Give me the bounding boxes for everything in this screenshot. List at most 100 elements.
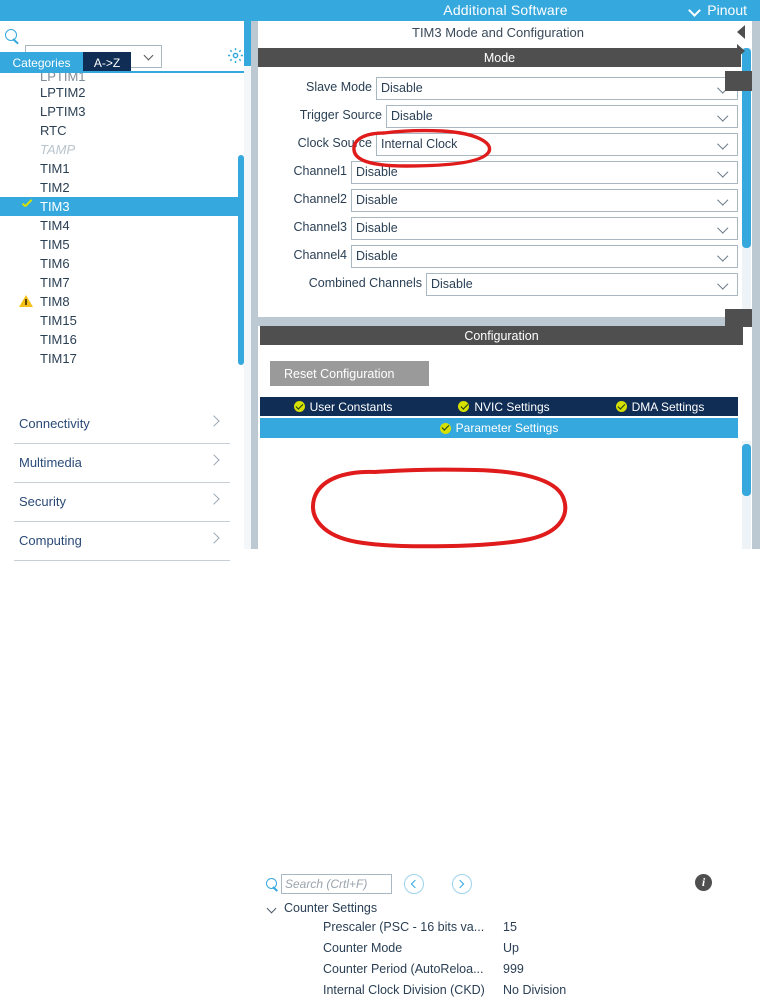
parameter-search-input[interactable]: Search (Crtl+F) — [281, 874, 392, 894]
category-computing-label: Computing — [19, 533, 82, 548]
tree-item-lptim2[interactable]: LPTIM2 — [0, 83, 244, 102]
category-connectivity[interactable]: Connectivity — [14, 405, 230, 444]
slave-mode-value: Disable — [381, 81, 423, 95]
combined-channels-value: Disable — [431, 277, 473, 291]
param-row-internal-clock-division-value: No Division — [503, 983, 567, 997]
combined-channels-select[interactable]: Disable — [426, 273, 738, 296]
chevron-down-icon — [719, 252, 729, 261]
search-icon — [266, 878, 280, 892]
category-security[interactable]: Security — [14, 483, 230, 522]
field-trigger-source-label: Trigger Source — [299, 108, 382, 122]
chevron-right-icon — [210, 417, 220, 427]
left-panel: Categories A->Z LPTIM1 LPTIM2 LPTIM3 RTC… — [0, 0, 251, 561]
tab-dma-settings[interactable]: DMA Settings — [582, 397, 738, 416]
configuration-tab-row: User Constants NVIC Settings DMA Setting… — [260, 397, 738, 416]
tree-item-tim2[interactable]: TIM2 — [0, 178, 244, 197]
tree-item-tim1[interactable]: TIM1 — [0, 159, 244, 178]
tree-item-tim4[interactable]: TIM4 — [0, 216, 244, 235]
check-circle-icon — [439, 422, 451, 434]
top-header-bar: Additional Software Pinout — [251, 0, 760, 21]
tree-item-tim3-label: TIM3 — [40, 199, 70, 214]
collapse-right-arrow-icon[interactable] — [737, 44, 745, 58]
page-title: TIM3 Mode and Configuration — [258, 21, 738, 44]
arrow-left-circle-icon[interactable] — [404, 874, 424, 894]
tree-item-tim17[interactable]: TIM17 — [0, 349, 244, 368]
category-multimedia[interactable]: Multimedia — [14, 444, 230, 483]
trigger-source-select[interactable]: Disable — [386, 105, 738, 128]
right-rail-block-bottom — [725, 309, 752, 327]
left-panel-scrollbar-track[interactable] — [244, 21, 251, 549]
parameter-group-label: Counter Settings — [284, 901, 378, 915]
tree-item-tim15[interactable]: TIM15 — [0, 311, 244, 330]
parameter-search-placeholder: Search (Crtl+F) — [285, 877, 368, 891]
channel1-select[interactable]: Disable — [351, 161, 738, 184]
left-tab-bar: Categories A->Z — [0, 52, 251, 73]
tab-categories[interactable]: Categories — [0, 52, 83, 73]
chevron-down-icon — [719, 224, 729, 233]
tab-a-to-z[interactable]: A->Z — [83, 52, 131, 73]
left-panel-scrollbar-thumb[interactable] — [244, 21, 251, 66]
tree-item-tim5[interactable]: TIM5 — [0, 235, 244, 254]
tree-item-lptim3[interactable]: LPTIM3 — [0, 102, 244, 121]
pinout-menu-button[interactable]: Pinout — [690, 2, 747, 18]
mode-section-header: Mode — [258, 48, 741, 67]
configuration-tab-row-2: Parameter Settings — [260, 418, 738, 438]
category-multimedia-label: Multimedia — [19, 455, 82, 470]
chevron-down-icon — [719, 112, 729, 121]
param-row-counter-mode-value: Up — [503, 941, 519, 955]
tab-nvic-settings[interactable]: NVIC Settings — [426, 397, 583, 416]
tree-item-tim8[interactable]: TIM8 — [0, 292, 244, 311]
channel3-select[interactable]: Disable — [351, 217, 738, 240]
category-list: Connectivity Multimedia Security Computi… — [0, 405, 244, 561]
tab-user-constants[interactable]: User Constants — [260, 397, 427, 416]
info-icon[interactable]: i — [695, 874, 712, 891]
tab-dma-settings-label: DMA Settings — [631, 399, 705, 414]
parameter-settings-body: Search (Crtl+F) i Counter Settings Presc… — [258, 441, 752, 997]
tree-item-tamp: TAMP — [40, 142, 76, 157]
field-channel2-label: Channel2 — [293, 192, 347, 206]
check-icon — [21, 201, 33, 211]
channel2-value: Disable — [356, 193, 398, 207]
tree-item-tim6[interactable]: TIM6 — [0, 254, 244, 273]
field-channel4: Channel4 Disable — [293, 245, 738, 268]
param-row-prescaler-value: 15 — [503, 920, 517, 934]
tree-item-tim7[interactable]: TIM7 — [0, 273, 244, 292]
tree-item-tim16[interactable]: TIM16 — [0, 330, 244, 349]
channel2-select[interactable]: Disable — [351, 189, 738, 212]
search-icon — [5, 29, 21, 45]
right-edge-rail — [752, 21, 760, 549]
panel-splitter[interactable] — [251, 21, 258, 549]
reset-configuration-button[interactable]: Reset Configuration — [270, 361, 429, 386]
slave-mode-select[interactable]: Disable — [376, 77, 738, 100]
left-header-strip — [0, 0, 251, 21]
tab-parameter-settings-label: Parameter Settings — [455, 421, 559, 435]
trigger-source-value: Disable — [391, 109, 433, 123]
section-divider — [258, 317, 752, 326]
tree-item-rtc[interactable]: RTC — [0, 121, 244, 140]
param-row-internal-clock-division-name: Internal Clock Division (CKD) — [323, 983, 485, 997]
component-search-row — [0, 21, 251, 68]
channel3-value: Disable — [356, 221, 398, 235]
chevron-right-icon — [210, 456, 220, 466]
field-channel1-label: Channel1 — [293, 164, 347, 178]
chevron-down-icon — [719, 168, 729, 177]
clock-source-select[interactable]: Internal Clock — [376, 133, 738, 156]
chevron-down-icon — [719, 280, 729, 289]
chevron-down-icon — [719, 196, 729, 205]
tab-nvic-settings-label: NVIC Settings — [474, 399, 550, 414]
tree-item-tim8-label: TIM8 — [40, 294, 70, 309]
tree-item-tim3[interactable]: TIM3 — [0, 197, 244, 216]
right-rail-block-top — [725, 71, 752, 91]
channel4-select[interactable]: Disable — [351, 245, 738, 268]
parameter-scrollbar-thumb[interactable] — [742, 444, 751, 496]
field-channel4-label: Channel4 — [293, 248, 347, 262]
arrow-right-circle-icon[interactable] — [452, 874, 472, 894]
chevron-right-icon — [210, 495, 220, 505]
field-slave-mode-label: Slave Mode — [305, 80, 372, 94]
tree-item-lptim1[interactable]: LPTIM1 — [0, 73, 244, 83]
chevron-down-icon — [719, 140, 729, 149]
collapse-left-arrow-icon[interactable] — [737, 25, 745, 39]
channel4-value: Disable — [356, 249, 398, 263]
tab-parameter-settings[interactable]: Parameter Settings — [260, 418, 738, 438]
category-computing[interactable]: Computing — [14, 522, 230, 561]
